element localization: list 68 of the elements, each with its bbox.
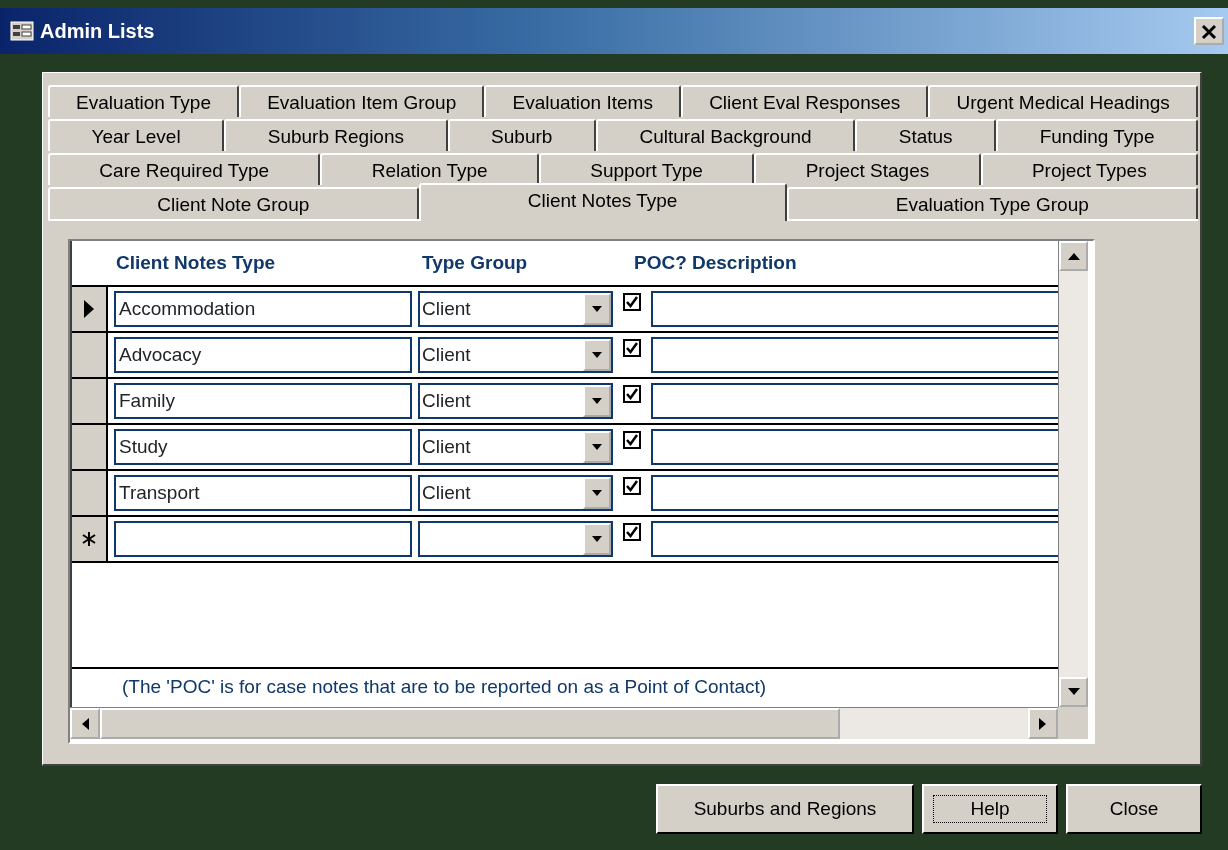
dialog-button[interactable]: Close [1066,784,1202,834]
text-field[interactable]: Advocacy [114,337,412,373]
text-field[interactable] [651,337,1058,373]
tab[interactable]: Support Type [538,153,755,185]
tab[interactable]: Client Note Group [48,187,419,219]
column-header: Client Notes Type [116,250,277,275]
close-icon[interactable] [1194,17,1224,45]
tab[interactable]: Evaluation Type [48,85,240,117]
checkbox[interactable] [623,523,641,541]
dropdown-field[interactable]: Client [418,475,613,511]
record-selector[interactable] [72,287,108,331]
dropdown-field[interactable]: Client [418,337,613,373]
text-field[interactable]: Accommodation [114,291,412,327]
checkbox[interactable] [623,385,641,403]
record-selector[interactable] [72,333,108,377]
text-field[interactable] [651,291,1058,327]
text-field[interactable]: Family [114,383,412,419]
text-field[interactable] [651,475,1058,511]
column-header: Type Group [422,250,529,275]
text-field[interactable]: Study [114,429,412,465]
checkbox[interactable] [623,431,641,449]
record-selector[interactable] [72,425,108,469]
tab[interactable]: Status [855,119,997,151]
text-field[interactable] [114,521,412,557]
dialog-button[interactable]: Help [922,784,1058,834]
record-selector[interactable] [72,517,108,561]
dropdown-field[interactable]: Client [418,291,613,327]
dialog-button[interactable]: Suburbs and Regions [656,784,914,834]
tab[interactable]: Care Required Type [48,153,321,185]
tab[interactable]: Relation Type [320,153,539,185]
scroll-right-icon[interactable] [1028,708,1058,739]
column-header: Description [692,250,798,275]
tab[interactable]: Suburb Regions [224,119,448,151]
scroll-down-icon[interactable] [1059,677,1088,707]
checkbox[interactable] [623,477,641,495]
window-title: Admin Lists [40,19,155,44]
checkbox[interactable] [623,293,641,311]
dropdown-field[interactable]: Client [418,429,613,465]
text-field[interactable] [651,383,1058,419]
tab[interactable]: Evaluation Item Group [239,85,485,117]
scroll-left-icon[interactable] [70,708,100,739]
horizontal-scrollbar[interactable] [70,707,1058,739]
tab[interactable]: Cultural Background [595,119,856,151]
tab[interactable]: Project Types [980,153,1198,185]
tab[interactable]: Project Stages [754,153,981,185]
dropdown-field[interactable]: Client [418,383,613,419]
text-field[interactable] [651,521,1058,557]
form-icon [10,21,34,41]
record-selector[interactable] [72,379,108,423]
record-selector[interactable] [72,471,108,515]
column-header: POC? [634,250,688,275]
dropdown-field[interactable] [418,521,613,557]
tab[interactable]: Client Notes Type [418,183,787,221]
tab[interactable]: Evaluation Type Group [786,187,1198,219]
scroll-thumb[interactable] [100,708,840,739]
tab[interactable]: Year Level [48,119,225,151]
text-field[interactable]: Transport [114,475,412,511]
scrollbar-corner [1058,707,1088,739]
new-record-icon [81,531,97,547]
text-field[interactable] [651,429,1058,465]
tab[interactable]: Suburb [447,119,596,151]
checkbox[interactable] [623,339,641,357]
tab[interactable]: Client Eval Responses [681,85,929,117]
scroll-up-icon[interactable] [1059,241,1088,271]
tab[interactable]: Funding Type [996,119,1199,151]
vertical-scrollbar[interactable] [1058,241,1088,707]
tab[interactable]: Urgent Medical Headings [928,85,1198,117]
tab[interactable]: Evaluation Items [484,85,682,117]
